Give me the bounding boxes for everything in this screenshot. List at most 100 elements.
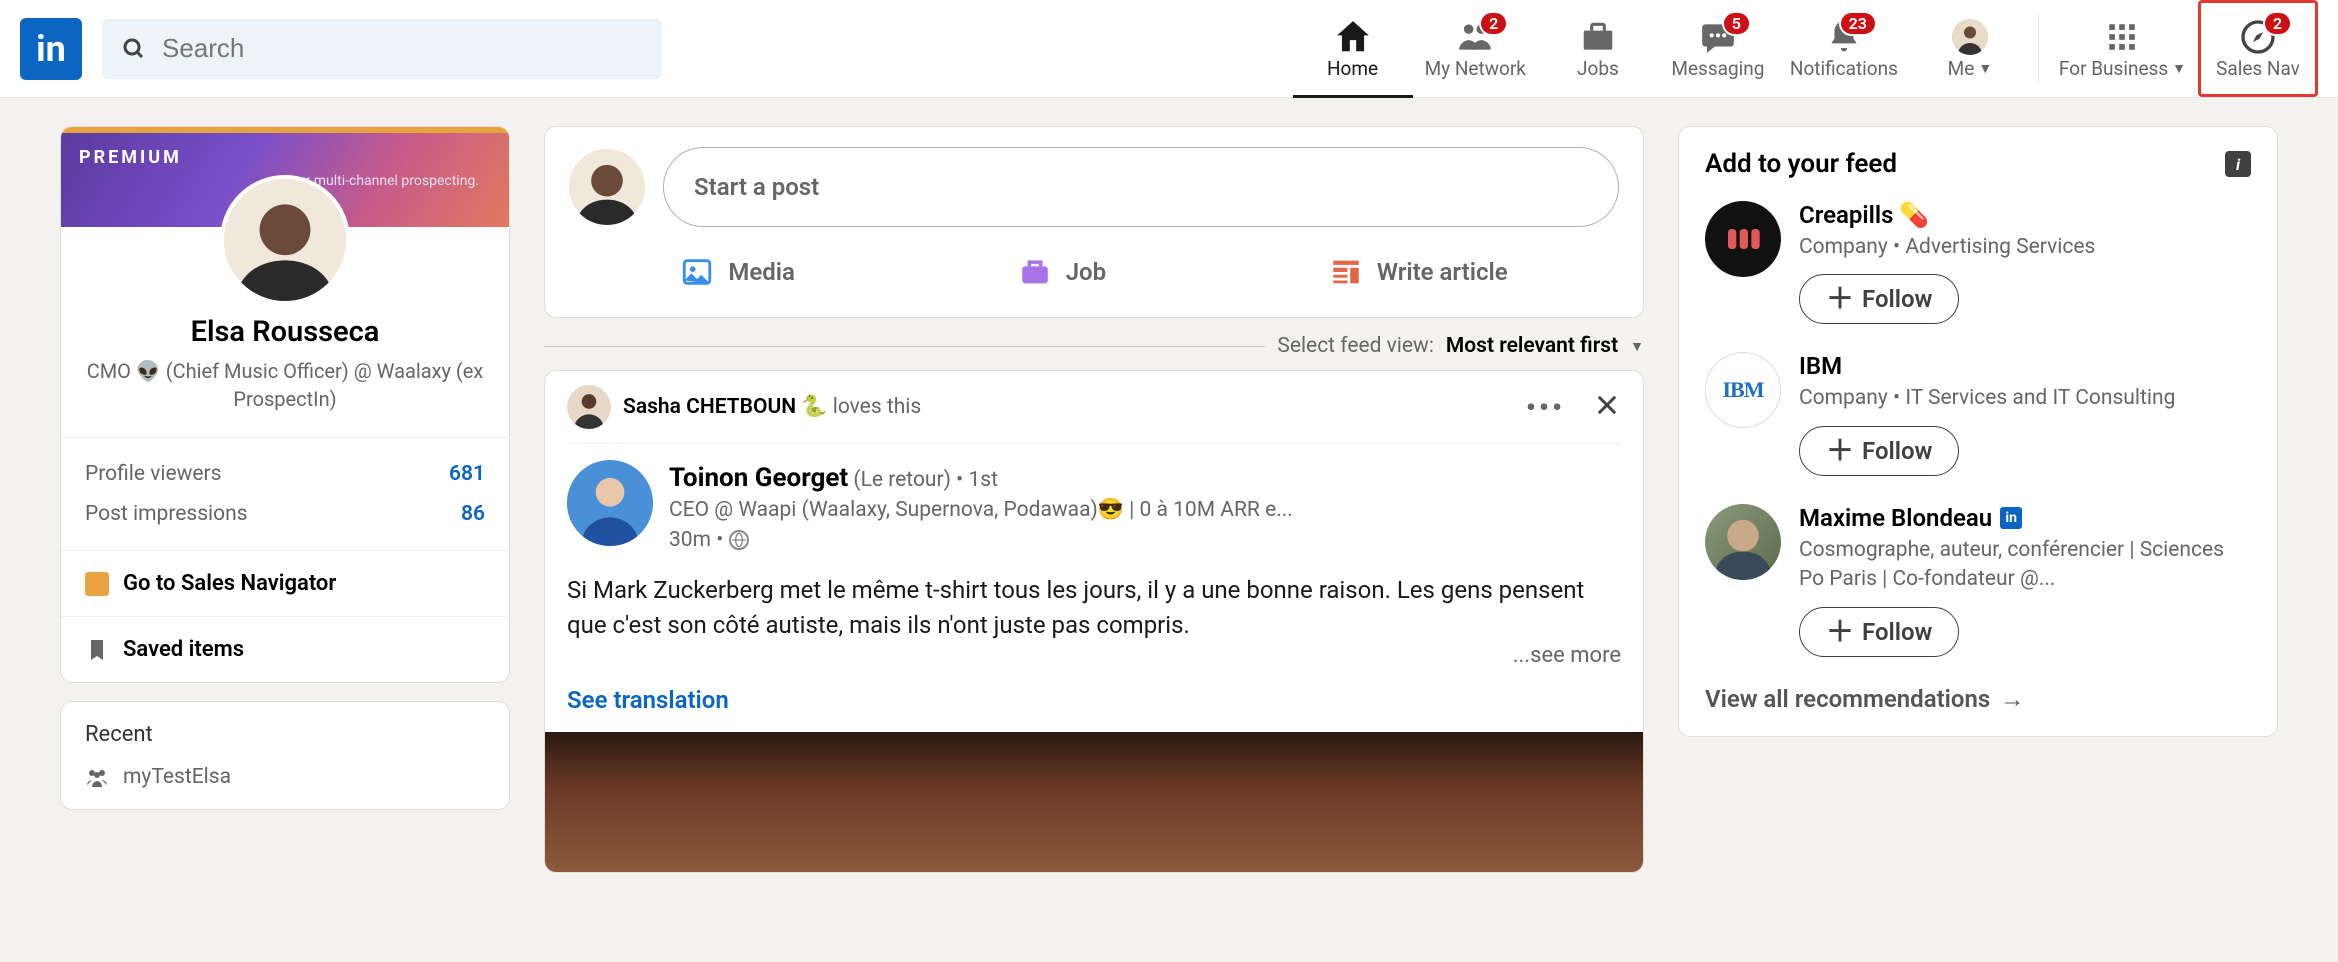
saved-items-link[interactable]: Saved items <box>61 616 509 682</box>
compose-avatar[interactable] <box>569 149 645 225</box>
add-to-feed-card: Add to your feed i Creapills 💊 Company •… <box>1678 126 2278 737</box>
viewers-value: 681 <box>449 462 485 486</box>
post-article-button[interactable]: Write article <box>1313 247 1524 297</box>
suggestion-name[interactable]: Maxime Blondeau in <box>1799 504 2251 532</box>
nav-business[interactable]: For Business ▼ <box>2047 0 2198 97</box>
author-headline: CEO @ Waapi (Waalaxy, Supernova, Podawaa… <box>669 496 1621 525</box>
network-badge: 2 <box>1479 11 1508 36</box>
right-column: Add to your feed i Creapills 💊 Company •… <box>1678 126 2278 873</box>
left-column: PREMIUM Your multi-channel prospecting. … <box>60 126 510 873</box>
chevron-down-icon: ▼ <box>1630 338 1644 355</box>
reactor-action: loves this <box>833 395 922 419</box>
follow-label: Follow <box>1862 285 1932 313</box>
see-translation-button[interactable]: See translation <box>545 668 1643 732</box>
nav-network[interactable]: 2 My Network <box>1413 0 1538 97</box>
suggestion-avatar[interactable] <box>1705 201 1781 277</box>
job-label: Job <box>1066 258 1106 286</box>
stat-profile-viewers[interactable]: Profile viewers 681 <box>85 454 485 494</box>
nav-notifications[interactable]: 23 Notifications <box>1778 0 1910 97</box>
center-column: Start a post Media Job Write article <box>544 126 1644 873</box>
author-suffix: (Le retour) <box>853 468 951 492</box>
bookmark-icon <box>85 638 109 662</box>
home-icon <box>1334 18 1372 56</box>
recent-item-label: myTestElsa <box>123 765 231 789</box>
article-icon <box>1329 255 1363 289</box>
sales-badge: 2 <box>2263 11 2292 36</box>
post-image[interactable] <box>545 732 1643 872</box>
feed-sort-selector[interactable]: Select feed view: Most relevant first ▼ <box>544 334 1644 358</box>
suggestion-avatar[interactable]: IBM <box>1705 352 1781 428</box>
nav-items: Home 2 My Network Jobs 5 Messaging <box>1293 0 2318 97</box>
follow-button[interactable]: ＋ Follow <box>1799 274 1959 324</box>
stat-post-impressions[interactable]: Post impressions 86 <box>85 494 485 534</box>
view-all-label: View all recommendations <box>1705 685 1990 713</box>
plus-icon: ＋ <box>1826 441 1854 461</box>
nav-jobs[interactable]: Jobs <box>1538 0 1658 97</box>
main-layout: PREMIUM Your multi-channel prospecting. … <box>0 98 2338 901</box>
post-menu-button[interactable]: ••• <box>1526 391 1565 424</box>
post-media-button[interactable]: Media <box>664 247 811 297</box>
search-box[interactable] <box>102 19 662 79</box>
start-post-card: Start a post Media Job Write article <box>544 126 1644 318</box>
grid-icon <box>2105 20 2139 54</box>
nav-me-label: Me <box>1948 57 1975 80</box>
globe-icon <box>729 530 749 550</box>
nav-network-label: My Network <box>1425 57 1526 80</box>
follow-button[interactable]: ＋ Follow <box>1799 607 1959 657</box>
reaction-line[interactable]: Sasha CHETBOUN 🐍 loves this <box>623 395 921 419</box>
profile-name[interactable]: Elsa Rousseca <box>81 315 489 349</box>
impressions-value: 86 <box>461 502 485 526</box>
nav-sales-label: Sales Nav <box>2216 57 2300 80</box>
suggestion-avatar[interactable] <box>1705 504 1781 580</box>
group-icon <box>85 765 109 789</box>
search-input[interactable] <box>162 33 642 64</box>
start-post-button[interactable]: Start a post <box>663 147 1619 227</box>
nav-sales[interactable]: 2 Sales Nav <box>2198 0 2318 97</box>
author-avatar[interactable] <box>567 460 653 546</box>
nav-messaging-label: Messaging <box>1671 57 1764 80</box>
follow-label: Follow <box>1862 437 1932 465</box>
chevron-down-icon: ▼ <box>1978 60 1992 77</box>
linkedin-logo[interactable]: in <box>20 18 82 80</box>
nav-messaging[interactable]: 5 Messaging <box>1658 0 1778 97</box>
view-all-recommendations[interactable]: View all recommendations → <box>1705 685 2251 714</box>
nav-jobs-label: Jobs <box>1577 57 1619 80</box>
feed-sort-value: Most relevant first <box>1446 334 1618 358</box>
nav-notifications-label: Notifications <box>1790 57 1898 80</box>
add-to-feed-title: Add to your feed <box>1705 149 1897 179</box>
suggestion-name[interactable]: IBM <box>1799 352 2251 380</box>
jobs-icon <box>1579 18 1617 56</box>
linkedin-badge-icon: in <box>2000 507 2022 529</box>
media-label: Media <box>728 258 795 286</box>
info-button[interactable]: i <box>2225 151 2251 177</box>
suggestion-desc: Company • Advertising Services <box>1799 233 2251 262</box>
recent-item[interactable]: myTestElsa <box>85 765 485 789</box>
media-icon <box>680 255 714 289</box>
nav-me[interactable]: Me ▼ <box>1910 0 2030 97</box>
see-more-button[interactable]: ...see more <box>1513 643 1621 668</box>
job-icon <box>1018 255 1052 289</box>
suggestion-desc: Cosmographe, auteur, conférencier | Scie… <box>1799 536 2251 595</box>
plus-icon: ＋ <box>1826 289 1854 309</box>
impressions-label: Post impressions <box>85 502 248 526</box>
nav-divider <box>2038 15 2039 83</box>
suggestion-name[interactable]: Creapills 💊 <box>1799 201 2251 229</box>
article-label: Write article <box>1377 258 1508 286</box>
recent-card: Recent myTestElsa <box>60 701 510 810</box>
sales-nav-label: Go to Sales Navigator <box>123 571 336 596</box>
profile-avatar[interactable] <box>220 175 350 305</box>
post-time: 30m <box>669 528 711 552</box>
post-job-button[interactable]: Job <box>1002 247 1122 297</box>
follow-button[interactable]: ＋ Follow <box>1799 426 1959 476</box>
post-close-button[interactable] <box>1593 391 1621 424</box>
follow-label: Follow <box>1862 618 1932 646</box>
reactor-avatar[interactable] <box>567 385 611 429</box>
nav-home[interactable]: Home <box>1293 0 1413 97</box>
saved-items-label: Saved items <box>123 637 244 662</box>
author-name: Toinon Georget <box>669 463 848 493</box>
author-name-line[interactable]: Toinon Georget (Le retour) • 1st <box>669 460 1621 496</box>
recent-title: Recent <box>85 722 485 747</box>
messaging-badge: 5 <box>1722 11 1751 36</box>
suggestion-maxime: Maxime Blondeau in Cosmographe, auteur, … <box>1705 504 2251 657</box>
sales-navigator-link[interactable]: Go to Sales Navigator <box>61 550 509 616</box>
